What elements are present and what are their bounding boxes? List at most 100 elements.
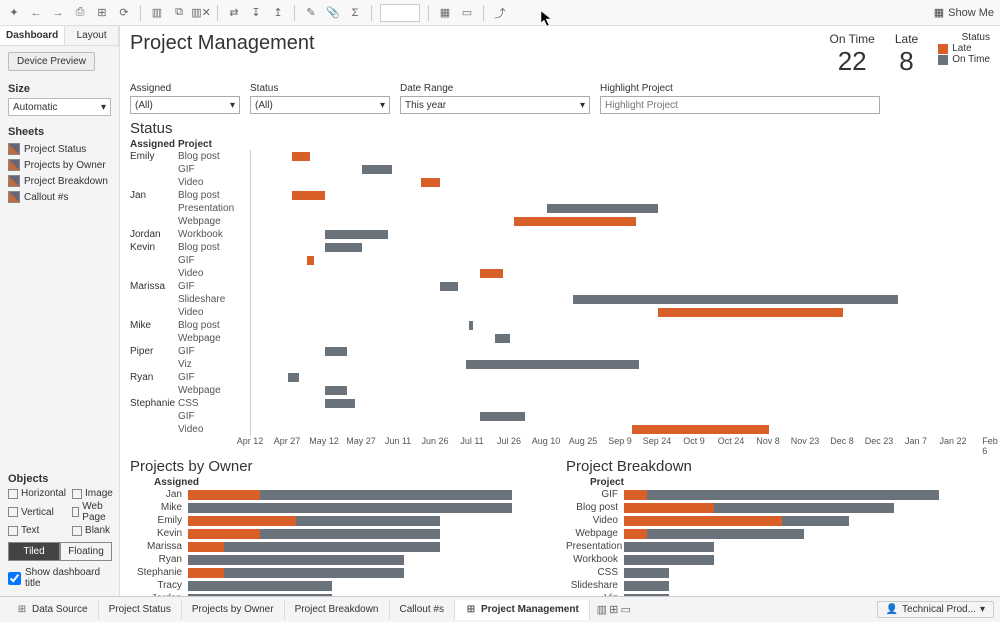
sort-asc-icon[interactable]: ↧ — [248, 5, 264, 21]
bar-seg-ontime[interactable] — [647, 490, 940, 500]
present-icon[interactable]: ▭ — [459, 5, 475, 21]
cards-icon[interactable]: ▦ — [437, 5, 453, 21]
bar-seg-ontime[interactable] — [624, 555, 714, 565]
bar-seg-ontime[interactable] — [260, 490, 512, 500]
bar-seg-ontime[interactable] — [188, 581, 332, 591]
new-dashboard-icon[interactable]: ⊞ — [608, 604, 620, 616]
bar-seg-late[interactable] — [188, 568, 224, 578]
highlight-icon[interactable]: ✎ — [303, 5, 319, 21]
gantt-bar[interactable] — [325, 347, 347, 356]
bar-seg-late[interactable] — [188, 542, 224, 552]
sheet-tab[interactable]: Project Breakdown — [285, 600, 390, 620]
tab-layout[interactable]: Layout — [65, 26, 119, 45]
gantt-bar[interactable] — [325, 230, 388, 239]
filter-dropdown[interactable]: (All)▾ — [130, 96, 240, 114]
clear-icon[interactable]: ▥✕ — [193, 5, 209, 21]
bar-seg-ontime[interactable] — [188, 503, 512, 513]
bar-seg-ontime[interactable] — [188, 594, 332, 597]
gantt-bar[interactable] — [480, 412, 524, 421]
bar-seg-late[interactable] — [624, 516, 782, 526]
object-item[interactable]: Image — [72, 488, 113, 499]
show-me-button[interactable]: ▦ Show Me — [934, 6, 994, 19]
sheet-item[interactable]: Project Breakdown — [8, 173, 111, 189]
gantt-bar[interactable] — [573, 295, 899, 304]
bar-seg-late[interactable] — [188, 490, 260, 500]
gantt-bar[interactable] — [325, 243, 362, 252]
sort-desc-icon[interactable]: ↥ — [270, 5, 286, 21]
bar-seg-ontime[interactable] — [624, 594, 669, 597]
duplicate-icon[interactable]: ⧉ — [171, 5, 187, 21]
bar-seg-late[interactable] — [624, 503, 714, 513]
size-dropdown[interactable]: Automatic▾ — [8, 98, 111, 116]
bar-seg-ontime[interactable] — [188, 555, 404, 565]
user-menu[interactable]: 👤Technical Prod...▾ — [877, 601, 994, 618]
new-sheet-icon[interactable]: ▥ — [149, 5, 165, 21]
bar-seg-ontime[interactable] — [224, 568, 404, 578]
gantt-bar[interactable] — [292, 152, 311, 161]
totals-icon[interactable]: Σ — [347, 5, 363, 21]
tiled-button[interactable]: Tiled — [8, 542, 60, 561]
object-item[interactable]: Blank — [72, 525, 113, 536]
sheet-item[interactable]: Callout #s — [8, 189, 111, 205]
gantt-bar[interactable] — [307, 256, 314, 265]
forward-icon[interactable]: → — [50, 5, 66, 21]
sheet-item[interactable]: Projects by Owner — [8, 157, 111, 173]
object-item[interactable]: Web Page — [72, 501, 113, 523]
bar-seg-ontime[interactable] — [260, 529, 440, 539]
data-source-tab[interactable]: ⊞Data Source — [6, 600, 99, 620]
gantt-bar[interactable] — [632, 425, 769, 434]
legend-ontime[interactable]: On Time — [938, 54, 990, 65]
sheet-tab[interactable]: ⊞Project Management — [455, 600, 590, 620]
gantt-bar[interactable] — [514, 217, 636, 226]
filter-dropdown[interactable]: This year▾ — [400, 96, 590, 114]
object-item[interactable]: Horizontal — [8, 488, 66, 499]
bar-seg-ontime[interactable] — [296, 516, 440, 526]
highlight-input[interactable] — [600, 96, 880, 114]
floating-button[interactable]: Floating — [60, 542, 112, 561]
share-icon[interactable]: ⤴ — [492, 5, 508, 21]
new-story-icon[interactable]: ▭ — [620, 604, 632, 616]
sheet-tab[interactable]: Callout #s — [390, 600, 455, 620]
sheet-item[interactable]: Project Status — [8, 141, 111, 157]
swap-icon[interactable]: ⇄ — [226, 5, 242, 21]
bar-seg-ontime[interactable] — [624, 568, 669, 578]
device-preview-button[interactable]: Device Preview — [8, 52, 95, 71]
gantt-bar[interactable] — [362, 165, 392, 174]
gantt-bar[interactable] — [658, 308, 843, 317]
object-item[interactable]: Text — [8, 525, 66, 536]
tab-dashboard[interactable]: Dashboard — [0, 26, 65, 45]
sheet-tab[interactable]: Project Status — [99, 600, 182, 620]
bar-seg-late[interactable] — [624, 490, 647, 500]
gantt-bar[interactable] — [480, 269, 502, 278]
gantt-bar[interactable] — [292, 191, 325, 200]
bar-seg-ontime[interactable] — [647, 529, 805, 539]
bar-seg-late[interactable] — [624, 529, 647, 539]
back-icon[interactable]: ← — [28, 5, 44, 21]
group-icon[interactable]: 📎 — [325, 5, 341, 21]
legend-late[interactable]: Late — [938, 43, 990, 54]
logo-icon[interactable]: ✦ — [6, 5, 22, 21]
bar-seg-ontime[interactable] — [624, 581, 669, 591]
bar-seg-ontime[interactable] — [224, 542, 440, 552]
bar-seg-late[interactable] — [188, 529, 260, 539]
fit-input[interactable] — [380, 4, 420, 22]
gantt-bar[interactable] — [469, 321, 473, 330]
show-title-checkbox[interactable]: Show dashboard title — [8, 567, 112, 589]
gantt-bar[interactable] — [325, 399, 355, 408]
gantt-bar[interactable] — [440, 282, 459, 291]
bar-seg-ontime[interactable] — [624, 542, 714, 552]
gantt-bar[interactable] — [325, 386, 347, 395]
sheet-tab[interactable]: Projects by Owner — [182, 600, 285, 620]
filter-dropdown[interactable]: (All)▾ — [250, 96, 390, 114]
gantt-bar[interactable] — [495, 334, 510, 343]
save-icon[interactable]: ⎙ — [72, 5, 88, 21]
bar-seg-ontime[interactable] — [782, 516, 850, 526]
gantt-bar[interactable] — [547, 204, 658, 213]
bar-seg-late[interactable] — [188, 516, 296, 526]
object-item[interactable]: Vertical — [8, 501, 66, 523]
bar-seg-ontime[interactable] — [714, 503, 894, 513]
gantt-bar[interactable] — [421, 178, 440, 187]
new-worksheet-icon[interactable]: ▥ — [596, 604, 608, 616]
gantt-bar[interactable] — [288, 373, 299, 382]
gantt-bar[interactable] — [466, 360, 640, 369]
